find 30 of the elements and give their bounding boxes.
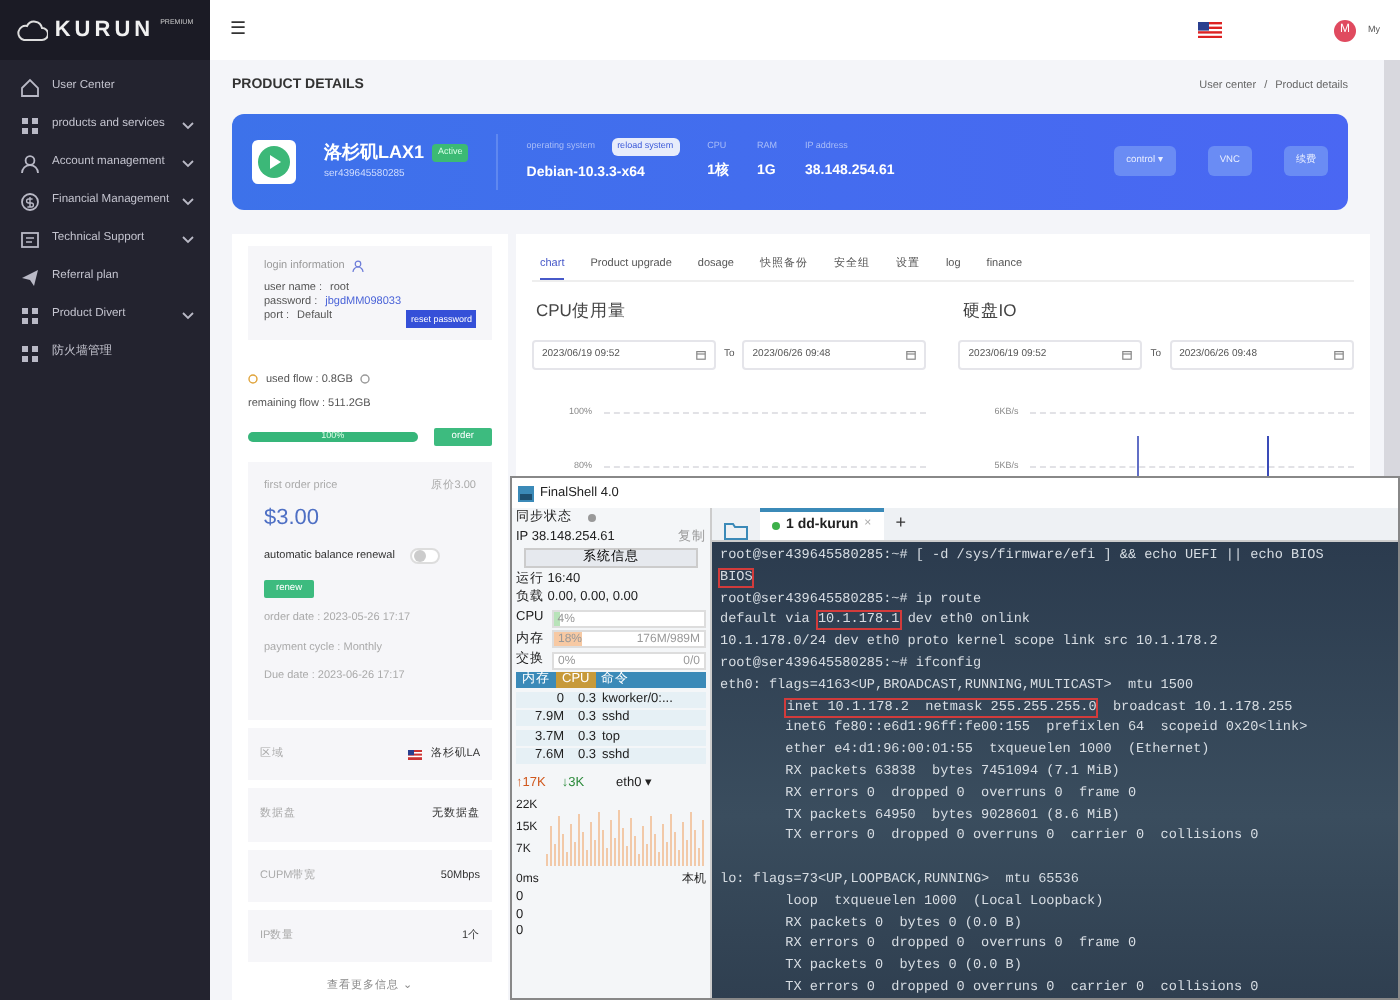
flag-icon[interactable]	[1198, 22, 1222, 38]
chart-title: 硬盘IO	[962, 297, 1019, 323]
folder-icon[interactable]	[724, 522, 748, 540]
calendar-icon	[1122, 349, 1133, 360]
calendar-icon	[906, 349, 917, 360]
ticket-icon	[20, 229, 40, 249]
dollar-icon	[20, 191, 40, 211]
renewal-toggle[interactable]	[410, 547, 441, 564]
app-logo-icon	[518, 485, 534, 501]
logo-text: KURUN	[54, 15, 155, 46]
calendar-icon	[1333, 349, 1344, 360]
calendar-icon	[696, 349, 706, 360]
user-icon	[20, 153, 40, 173]
legend-ring-icon	[360, 374, 371, 385]
legend-ring-icon	[248, 374, 258, 385]
chart-title: CPU使用量	[536, 297, 628, 323]
price-value: $3.00	[264, 504, 322, 535]
user-icon	[352, 259, 365, 272]
cloud-logo-icon	[16, 19, 49, 41]
play-circle-icon	[258, 145, 290, 177]
home-icon	[20, 77, 40, 97]
new-tab-button[interactable]: +	[895, 509, 906, 540]
menu-button[interactable]: ☰	[230, 16, 246, 44]
status-dot-icon	[772, 521, 780, 530]
status-dot-icon	[588, 514, 596, 522]
grid-icon	[20, 115, 40, 135]
grid-icon	[20, 305, 40, 325]
product-name: 洛杉矶LAX1	[324, 140, 425, 166]
grid-icon	[20, 343, 40, 363]
send-icon	[20, 267, 40, 287]
